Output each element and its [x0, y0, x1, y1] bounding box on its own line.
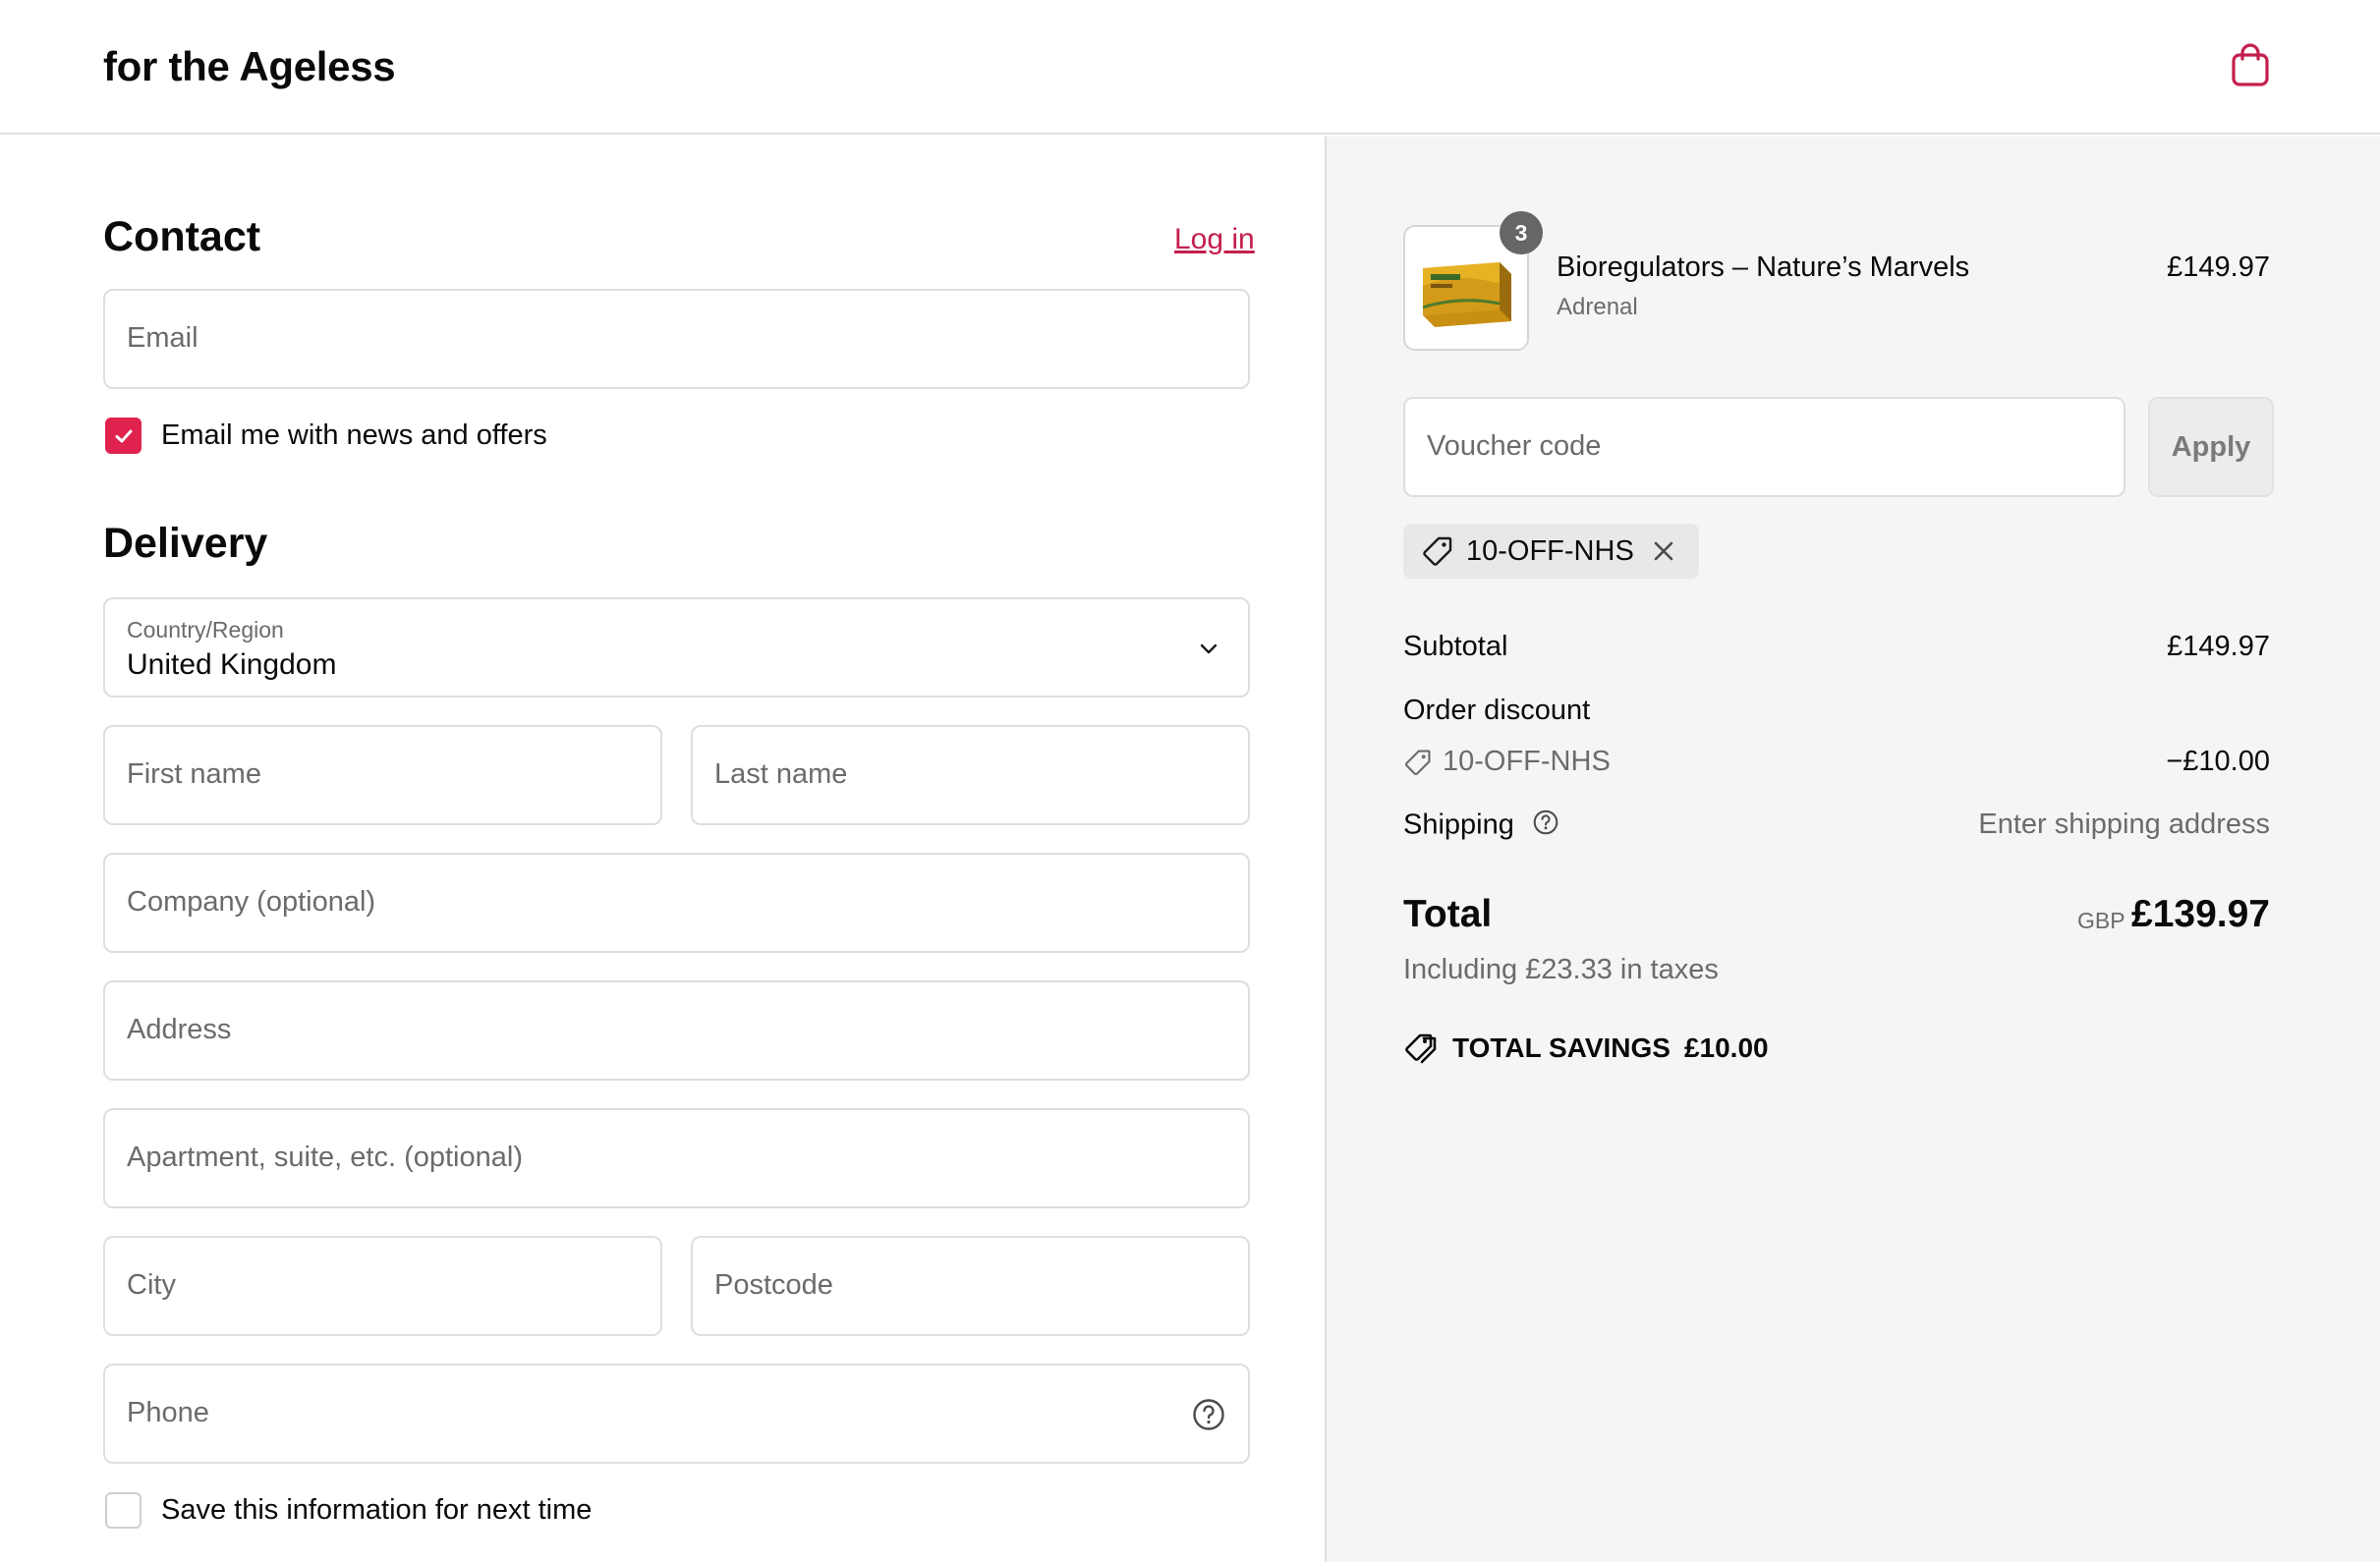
delivery-heading: Delivery — [103, 520, 268, 567]
tax-note: Including £23.33 in taxes — [1403, 954, 1719, 985]
close-icon — [1654, 541, 1673, 561]
discount-value: −£10.00 — [2166, 746, 2270, 777]
save-info-checkbox[interactable] — [105, 1492, 142, 1529]
cart-button[interactable] — [2225, 39, 2276, 90]
phone-help-button[interactable] — [1191, 1397, 1226, 1437]
product-variant: Adrenal — [1557, 294, 1638, 320]
company-field[interactable]: Company (optional) — [103, 853, 1250, 953]
newsletter-checkbox-row[interactable]: Email me with news and offers — [105, 418, 547, 454]
subtotal-value: £149.97 — [2167, 631, 2270, 662]
address-placeholder: Address — [127, 1014, 232, 1045]
voucher-input[interactable]: Voucher code — [1403, 397, 2125, 497]
shopping-bag-icon — [2232, 43, 2269, 86]
apartment-placeholder: Apartment, suite, etc. (optional) — [127, 1142, 523, 1173]
company-placeholder: Company (optional) — [127, 886, 376, 918]
save-info-checkbox-row[interactable]: Save this information for next time — [105, 1492, 592, 1529]
country-label: Country/Region — [127, 617, 284, 642]
quantity-badge: 3 — [1500, 211, 1543, 254]
email-placeholder: Email — [127, 322, 198, 354]
product-name: Bioregulators – Nature’s Marvels — [1557, 251, 1970, 283]
product-price: £149.97 — [2167, 251, 2270, 283]
phone-placeholder: Phone — [127, 1397, 209, 1428]
save-info-label: Save this information for next time — [161, 1494, 593, 1526]
total-savings-value: £10.00 — [1683, 1032, 1769, 1063]
login-link[interactable]: Log in — [1174, 223, 1255, 256]
shipping-label-row: Shipping — [1403, 809, 1559, 844]
order-discount-label: Order discount — [1403, 695, 1591, 726]
last-name-placeholder: Last name — [714, 758, 848, 790]
subtotal-label: Subtotal — [1403, 631, 1508, 662]
store-logo[interactable]: for the Ageless — [103, 43, 396, 90]
total-savings-label: TOTAL SAVINGS — [1452, 1032, 1671, 1063]
email-field[interactable]: Email — [103, 289, 1250, 389]
apartment-field[interactable]: Apartment, suite, etc. (optional) — [103, 1108, 1250, 1208]
postcode-placeholder: Postcode — [714, 1269, 833, 1301]
total-label: Total — [1403, 893, 1493, 935]
header: for the Ageless — [0, 0, 2380, 135]
newsletter-label: Email me with news and offers — [161, 419, 547, 451]
address-field[interactable]: Address — [103, 980, 1250, 1081]
phone-field[interactable]: Phone — [103, 1364, 1250, 1464]
question-circle-icon — [1193, 1399, 1224, 1430]
city-field[interactable]: City — [103, 1236, 662, 1336]
discount-code: 10-OFF-NHS — [1443, 746, 1611, 777]
last-name-field[interactable]: Last name — [691, 725, 1250, 825]
newsletter-checkbox[interactable] — [105, 418, 142, 454]
total-savings-row: TOTAL SAVINGS £10.00 — [1403, 1031, 1769, 1066]
currency-code: GBP — [2077, 908, 2125, 933]
shipping-label: Shipping — [1403, 809, 1514, 841]
question-circle-icon — [1533, 809, 1558, 835]
first-name-placeholder: First name — [127, 758, 261, 790]
city-placeholder: City — [127, 1269, 176, 1301]
product-thumbnail: 3 — [1403, 211, 1543, 351]
contact-heading: Contact — [103, 213, 261, 260]
tag-icon — [1404, 749, 1431, 775]
remove-voucher-button[interactable] — [1652, 539, 1675, 563]
checkout-form: Contact Log in Email Email me with news … — [0, 137, 1325, 1562]
chevron-down-icon — [1200, 643, 1218, 654]
apply-button[interactable]: Apply — [2148, 397, 2274, 497]
postcode-field[interactable]: Postcode — [691, 1236, 1250, 1336]
applied-voucher-chip: 10-OFF-NHS — [1403, 524, 1699, 579]
voucher-placeholder: Voucher code — [1427, 430, 1602, 462]
applied-voucher-code: 10-OFF-NHS — [1466, 534, 1634, 567]
total-value: £139.97 — [2131, 893, 2270, 935]
discount-code-row: 10-OFF-NHS — [1403, 746, 1611, 778]
order-summary: 3 Bioregulators – Nature’s Marvels Adren… — [1325, 137, 2380, 1562]
country-value: United Kingdom — [127, 648, 337, 681]
tag-icon — [1405, 1033, 1437, 1064]
first-name-field[interactable]: First name — [103, 725, 662, 825]
shipping-value: Enter shipping address — [1978, 809, 2270, 840]
shipping-help-button[interactable] — [1532, 809, 1559, 844]
country-select[interactable]: Country/Region United Kingdom — [103, 597, 1250, 697]
tag-icon — [1423, 536, 1452, 566]
checkmark-icon — [115, 429, 132, 442]
